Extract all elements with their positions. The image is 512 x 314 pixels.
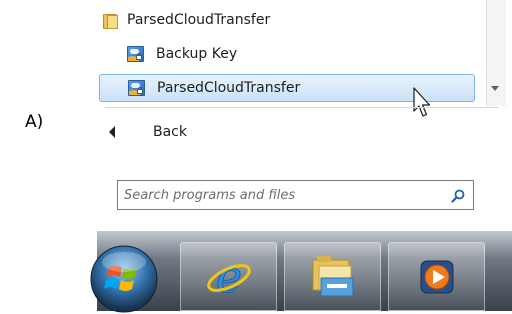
taskbar-button-windows-explorer[interactable] (284, 242, 381, 311)
taskbar-button-internet-explorer[interactable]: e (180, 242, 277, 311)
folder-item-parsedcloudtransfer[interactable]: ParsedCloudTransfer (97, 9, 270, 31)
taskbar: e (90, 231, 512, 313)
start-menu: ParsedCloudTransfer Backup Key ParsedClo… (97, 0, 512, 231)
start-button[interactable] (89, 244, 159, 314)
scrollbar[interactable] (486, 0, 506, 106)
app-icon (128, 80, 145, 96)
play-icon (420, 260, 453, 293)
program-item-backup-key[interactable]: Backup Key (99, 41, 477, 67)
app-icon (127, 46, 144, 62)
scroll-down-arrow-icon[interactable] (491, 86, 499, 91)
program-label: Backup Key (156, 46, 238, 62)
back-arrow-icon (109, 126, 115, 138)
search-input[interactable] (124, 185, 434, 205)
search-box[interactable] (117, 180, 474, 210)
back-button[interactable]: Back (109, 120, 187, 144)
back-label: Back (153, 124, 187, 140)
folder-label: ParsedCloudTransfer (127, 12, 271, 28)
folder-icon (312, 255, 353, 296)
programs-list: ParsedCloudTransfer Backup Key ParsedClo… (97, 0, 486, 117)
mouse-pointer-icon (413, 87, 431, 117)
figure-label: A) (25, 112, 44, 132)
taskbar-button-media-player[interactable] (388, 242, 485, 311)
ie-icon: e (206, 253, 251, 301)
magnifier-icon[interactable] (451, 189, 465, 203)
program-label: ParsedCloudTransfer (157, 80, 301, 96)
divider (105, 107, 499, 108)
folder-icon (103, 13, 118, 29)
svg-text:e: e (215, 253, 241, 301)
